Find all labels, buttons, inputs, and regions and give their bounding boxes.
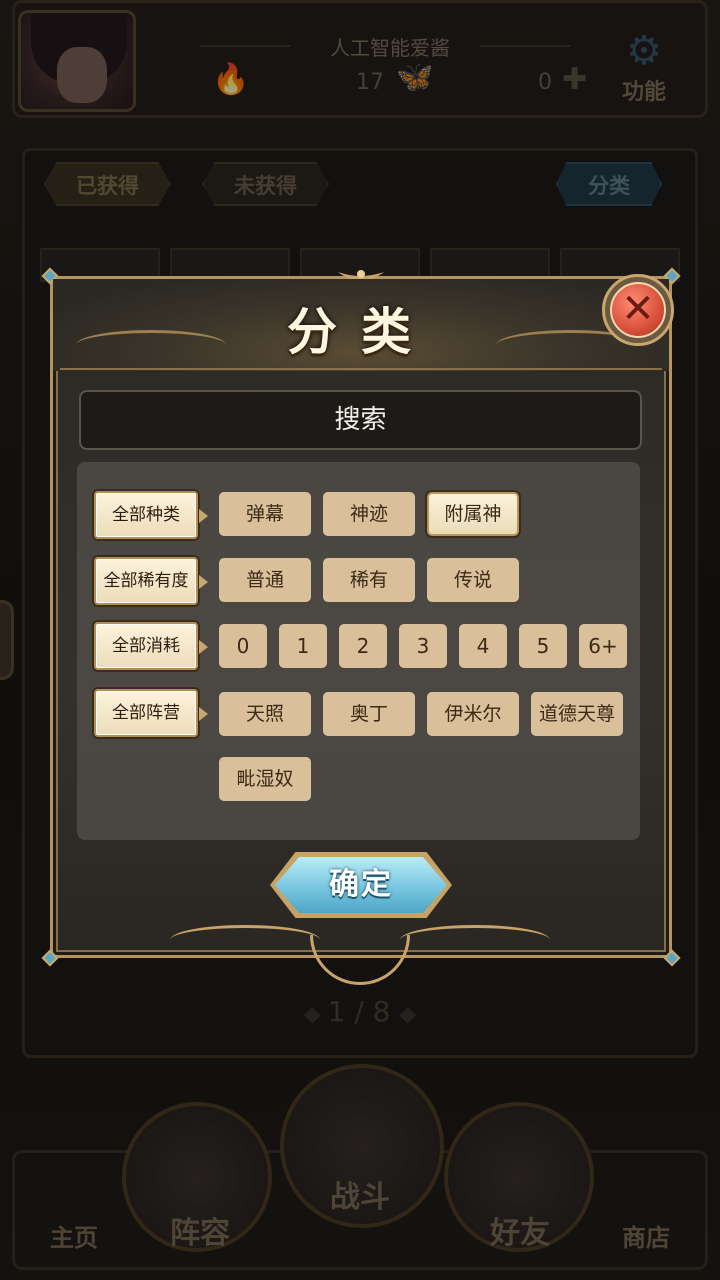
filter-chip-cost[interactable]: 2 (339, 624, 387, 668)
filter-all-factions-button[interactable]: 全部阵营 (94, 689, 208, 737)
wing-ornament-left (170, 925, 320, 955)
filter-chip-cost[interactable]: 5 (519, 624, 567, 668)
wing-ornament-right (400, 925, 550, 955)
close-icon: ✕ (610, 282, 666, 338)
confirm-button[interactable]: 确定 (270, 852, 452, 918)
filter-all-cost-button[interactable]: 全部消耗 (94, 622, 208, 670)
close-button[interactable]: ✕ (602, 274, 674, 346)
confirm-label: 确定 (275, 857, 447, 913)
filter-all-types-button[interactable]: 全部种类 (94, 491, 208, 539)
filter-chip-faction[interactable]: 天照 (219, 692, 311, 736)
filter-chip-cost[interactable]: 0 (219, 624, 267, 668)
filter-chip-type-selected[interactable]: 附属神 (427, 492, 519, 536)
dialog-title: 分类 (287, 303, 435, 361)
filter-chip-rarity[interactable]: 稀有 (323, 558, 415, 602)
filter-chip-faction[interactable]: 毗湿奴 (219, 757, 311, 801)
filter-chip-rarity[interactable]: 传说 (427, 558, 519, 602)
filter-chip-cost[interactable]: 3 (399, 624, 447, 668)
filter-chip-faction[interactable]: 奥丁 (323, 692, 415, 736)
filter-chip-type[interactable]: 弹幕 (219, 492, 311, 536)
filter-chip-faction[interactable]: 道德天尊 (531, 692, 623, 736)
filter-chip-cost[interactable]: 6+ (579, 624, 627, 668)
search-input[interactable]: 搜索 (79, 390, 642, 450)
filter-chip-cost[interactable]: 1 (279, 624, 327, 668)
filter-chip-cost[interactable]: 4 (459, 624, 507, 668)
filter-chip-type[interactable]: 神迹 (323, 492, 415, 536)
filter-chip-rarity[interactable]: 普通 (219, 558, 311, 602)
filter-chip-faction[interactable]: 伊米尔 (427, 692, 519, 736)
header-divider (60, 368, 662, 370)
filter-all-rarity-button[interactable]: 全部稀有度 (94, 557, 208, 605)
